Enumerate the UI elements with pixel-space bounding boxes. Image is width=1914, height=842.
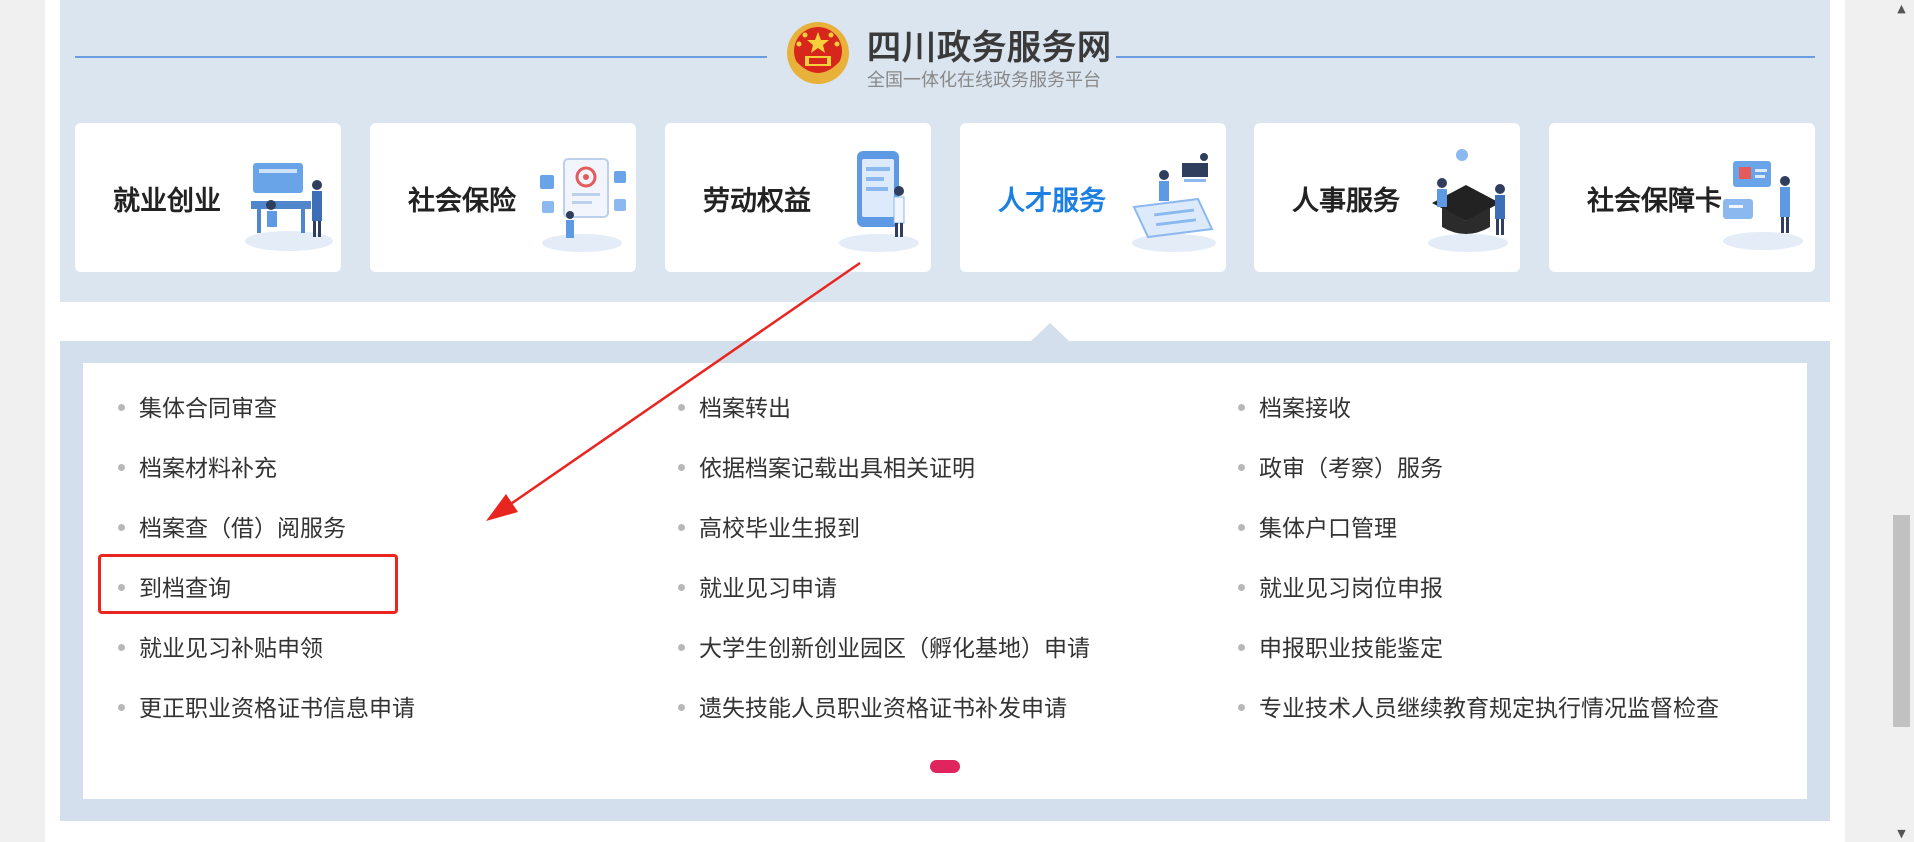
pager-dot-active[interactable]	[930, 760, 960, 773]
social-security-card-illustration-icon	[1723, 161, 1803, 250]
bullet-icon	[678, 644, 685, 651]
service-item[interactable]: 政审（考察）服务	[1238, 449, 1443, 489]
bullet-icon	[1238, 584, 1245, 591]
bullet-icon	[118, 644, 125, 651]
bullet-icon	[1238, 464, 1245, 471]
header-divider-left	[75, 56, 767, 58]
bullet-icon	[118, 404, 125, 411]
service-item[interactable]: 大学生创新创业园区（孵化基地）申请	[678, 629, 1090, 669]
annotation-highlight-box	[98, 554, 398, 614]
service-item[interactable]: 档案查（借）阅服务	[118, 509, 346, 549]
active-tab-pointer	[1030, 323, 1070, 342]
employment-illustration-icon	[245, 163, 333, 251]
bullet-icon	[678, 464, 685, 471]
service-item[interactable]: 依据档案记载出具相关证明	[678, 449, 975, 489]
category-label: 人才服务	[998, 186, 1106, 217]
scrollbar-thumb[interactable]	[1893, 515, 1910, 727]
category-card-talent-service[interactable]: 人才服务	[960, 123, 1226, 272]
bullet-icon	[118, 524, 125, 531]
service-item[interactable]: 更正职业资格证书信息申请	[118, 689, 415, 729]
site-title[interactable]: 四川政务服务网	[867, 20, 1112, 69]
bullet-icon	[118, 704, 125, 711]
bullet-icon	[678, 584, 685, 591]
bullet-icon	[678, 404, 685, 411]
bullet-icon	[118, 464, 125, 471]
bullet-icon	[678, 524, 685, 531]
category-card-labor-rights[interactable]: 劳动权益	[665, 123, 931, 272]
national-emblem-icon[interactable]	[785, 20, 851, 86]
category-label: 社会保险	[408, 186, 516, 217]
talent-service-illustration-icon	[1132, 153, 1216, 252]
category-card-employment[interactable]: 就业创业	[75, 123, 341, 272]
bullet-icon	[1238, 524, 1245, 531]
bullet-icon	[678, 704, 685, 711]
service-item[interactable]: 申报职业技能鉴定	[1238, 629, 1443, 669]
bullet-icon	[1238, 644, 1245, 651]
service-item[interactable]: 遗失技能人员职业资格证书补发申请	[678, 689, 1067, 729]
personnel-service-illustration-icon	[1428, 149, 1508, 252]
scroll-up-arrow-icon[interactable]: ▲	[1893, 0, 1910, 17]
category-card-social-security-card[interactable]: 社会保障卡	[1549, 123, 1815, 272]
category-label: 就业创业	[113, 186, 221, 217]
scroll-down-arrow-icon[interactable]: ▼	[1893, 825, 1910, 842]
site-subtitle: 全国一体化在线政务服务平台	[867, 70, 1101, 91]
bullet-icon	[1238, 704, 1245, 711]
service-item[interactable]: 就业见习申请	[678, 569, 837, 609]
social-insurance-illustration-icon	[540, 158, 626, 252]
header-divider-right	[1116, 56, 1815, 58]
service-item[interactable]: 集体户口管理	[1238, 509, 1397, 549]
service-item[interactable]: 集体合同审查	[118, 389, 277, 429]
category-label: 劳动权益	[703, 186, 811, 217]
service-item[interactable]: 专业技术人员继续教育规定执行情况监督检查	[1238, 689, 1719, 729]
service-item[interactable]: 档案材料补充	[118, 449, 277, 489]
service-item[interactable]: 档案转出	[678, 389, 791, 429]
labor-rights-illustration-icon	[839, 151, 919, 252]
vertical-scrollbar[interactable]: ▲ ▼	[1889, 0, 1914, 842]
service-item[interactable]: 就业见习补贴申领	[118, 629, 323, 669]
bullet-icon	[1238, 404, 1245, 411]
category-card-personnel-service[interactable]: 人事服务	[1254, 123, 1520, 272]
category-card-social-insurance[interactable]: 社会保险	[370, 123, 636, 272]
service-item[interactable]: 高校毕业生报到	[678, 509, 860, 549]
service-item[interactable]: 就业见习岗位申报	[1238, 569, 1443, 609]
category-label: 社会保障卡	[1587, 186, 1722, 217]
service-item[interactable]: 档案接收	[1238, 389, 1351, 429]
category-label: 人事服务	[1292, 186, 1400, 217]
